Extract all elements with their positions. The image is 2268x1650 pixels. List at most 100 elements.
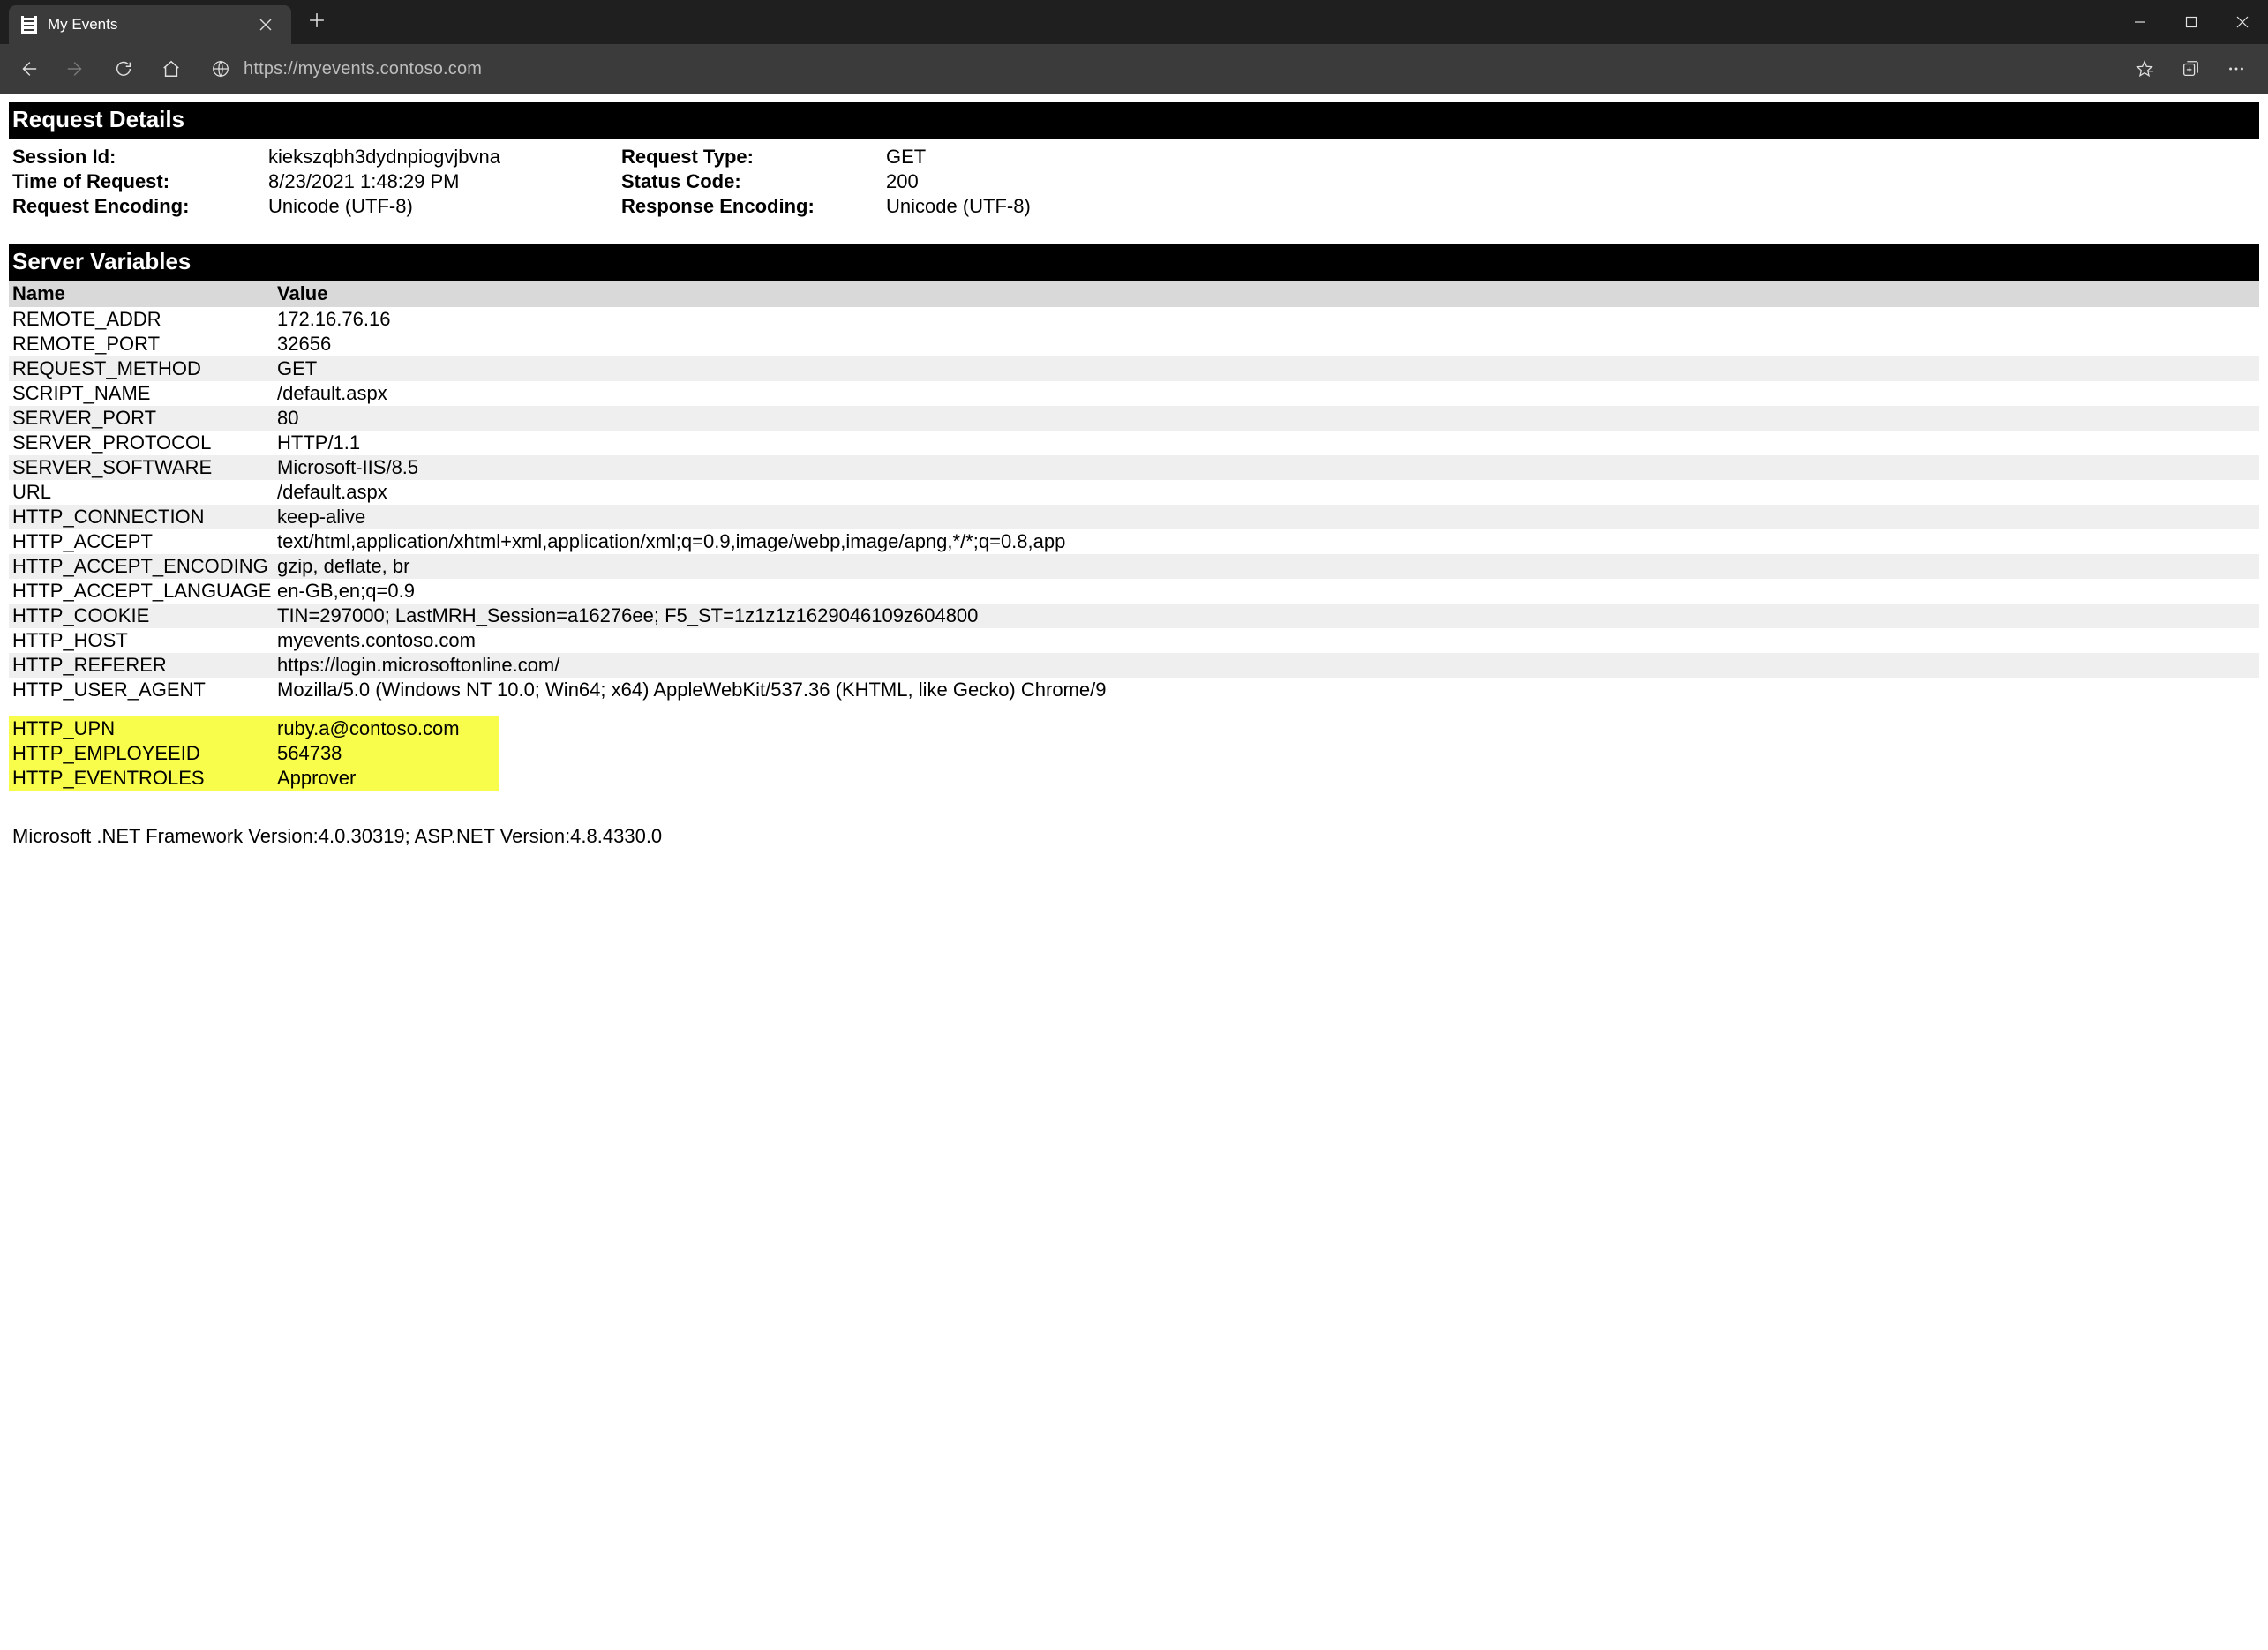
server-var-row: HTTP_REFERERhttps://login.microsoftonlin… (9, 653, 2259, 678)
maximize-button[interactable] (2166, 0, 2217, 44)
request-type-label: Request Type: (621, 146, 886, 169)
tab-title: My Events (48, 16, 117, 34)
close-tab-button[interactable] (256, 17, 275, 33)
server-var-row: HTTP_ACCEPTtext/html,application/xhtml+x… (9, 529, 2259, 554)
time-of-request-value: 8/23/2021 1:48:29 PM (268, 170, 621, 193)
server-var-name: SCRIPT_NAME (12, 382, 277, 405)
settings-menu-button[interactable] (2215, 48, 2257, 90)
server-var-value: myevents.contoso.com (277, 629, 2256, 652)
server-var-value: Mozilla/5.0 (Windows NT 10.0; Win64; x64… (277, 679, 2256, 701)
highlighted-var-row: HTTP_UPNruby.a@contoso.com (9, 716, 499, 741)
server-var-row: HTTP_USER_AGENTMozilla/5.0 (Windows NT 1… (9, 678, 2259, 702)
server-var-row: REMOTE_PORT32656 (9, 332, 2259, 356)
server-var-row: URL/default.aspx (9, 480, 2259, 505)
server-var-row: REMOTE_ADDR172.16.76.16 (9, 307, 2259, 332)
server-var-row: HTTP_CONNECTIONkeep-alive (9, 505, 2259, 529)
server-var-value: TIN=297000; LastMRH_Session=a16276ee; F5… (277, 604, 2256, 627)
server-var-name: REMOTE_PORT (12, 333, 277, 356)
server-var-name: HTTP_CONNECTION (12, 506, 277, 529)
server-var-value: ruby.a@contoso.com (277, 717, 495, 740)
server-var-name: HTTP_ACCEPT (12, 530, 277, 553)
session-id-label: Session Id: (12, 146, 268, 169)
server-var-name: HTTP_EMPLOYEEID (12, 742, 277, 765)
back-button[interactable] (7, 48, 49, 90)
new-tab-button[interactable] (304, 5, 330, 39)
favorites-button[interactable] (2123, 48, 2166, 90)
request-type-value: GET (886, 146, 2256, 169)
collections-button[interactable] (2169, 48, 2212, 90)
browser-tab[interactable]: My Events (9, 5, 291, 44)
highlighted-vars: HTTP_UPNruby.a@contoso.comHTTP_EMPLOYEEI… (9, 716, 2259, 791)
server-var-value: https://login.microsoftonline.com/ (277, 654, 2256, 677)
server-vars-header: Name Value (9, 281, 2259, 307)
server-var-name: URL (12, 481, 277, 504)
server-var-value: 32656 (277, 333, 2256, 356)
page-icon (21, 16, 37, 34)
server-var-name: SERVER_SOFTWARE (12, 456, 277, 479)
server-variables-heading: Server Variables (9, 244, 2259, 281)
server-var-row: HTTP_COOKIETIN=297000; LastMRH_Session=a… (9, 604, 2259, 628)
server-var-row: HTTP_ACCEPT_LANGUAGEen-GB,en;q=0.9 (9, 579, 2259, 604)
server-var-name: HTTP_COOKIE (12, 604, 277, 627)
request-encoding-value: Unicode (UTF-8) (268, 195, 621, 218)
server-var-name: HTTP_REFERER (12, 654, 277, 677)
request-details: Session Id: kiekszqbh3dydnpiogvjbvna Req… (9, 139, 2259, 244)
close-window-button[interactable] (2217, 0, 2268, 44)
highlighted-var-row: HTTP_EMPLOYEEID564738 (9, 741, 499, 766)
framework-footer: Microsoft .NET Framework Version:4.0.303… (9, 825, 2259, 848)
titlebar: My Events (0, 0, 2268, 44)
server-var-row: HTTP_HOSTmyevents.contoso.com (9, 628, 2259, 653)
request-encoding-label: Request Encoding: (12, 195, 268, 218)
forward-button[interactable] (55, 48, 97, 90)
server-var-value: GET (277, 357, 2256, 380)
server-var-name: SERVER_PORT (12, 407, 277, 430)
home-button[interactable] (150, 48, 192, 90)
server-var-name: REMOTE_ADDR (12, 308, 277, 331)
col-name: Name (12, 282, 277, 305)
browser-window: My Events (0, 0, 2268, 1650)
server-var-value: Microsoft-IIS/8.5 (277, 456, 2256, 479)
server-var-value: /default.aspx (277, 481, 2256, 504)
time-of-request-label: Time of Request: (12, 170, 268, 193)
col-value: Value (277, 282, 2256, 305)
highlighted-var-row: HTTP_EVENTROLESApprover (9, 766, 499, 791)
server-var-row: SERVER_PORT80 (9, 406, 2259, 431)
server-var-name: HTTP_ACCEPT_ENCODING (12, 555, 277, 578)
response-encoding-value: Unicode (UTF-8) (886, 195, 2256, 218)
trace-page: Request Details Session Id: kiekszqbh3dy… (0, 102, 2268, 848)
status-code-value: 200 (886, 170, 2256, 193)
server-var-row: SCRIPT_NAME/default.aspx (9, 381, 2259, 406)
toolbar: https://myevents.contoso.com (0, 44, 2268, 94)
server-var-name: HTTP_UPN (12, 717, 277, 740)
address-bar[interactable]: https://myevents.contoso.com (198, 51, 2118, 86)
server-var-value: en-GB,en;q=0.9 (277, 580, 2256, 603)
server-var-name: HTTP_HOST (12, 629, 277, 652)
site-identity-icon[interactable] (208, 56, 233, 81)
server-var-value: 172.16.76.16 (277, 308, 2256, 331)
server-var-row: SERVER_SOFTWAREMicrosoft-IIS/8.5 (9, 455, 2259, 480)
server-var-name: REQUEST_METHOD (12, 357, 277, 380)
page-viewport[interactable]: Request Details Session Id: kiekszqbh3dy… (0, 94, 2268, 1650)
server-var-row: SERVER_PROTOCOLHTTP/1.1 (9, 431, 2259, 455)
server-var-value: gzip, deflate, br (277, 555, 2256, 578)
refresh-button[interactable] (102, 48, 145, 90)
response-encoding-label: Response Encoding: (621, 195, 886, 218)
session-id-value: kiekszqbh3dydnpiogvjbvna (268, 146, 621, 169)
server-var-value: HTTP/1.1 (277, 431, 2256, 454)
status-code-label: Status Code: (621, 170, 886, 193)
server-var-name: SERVER_PROTOCOL (12, 431, 277, 454)
url-text: https://myevents.contoso.com (244, 59, 482, 79)
request-details-heading: Request Details (9, 102, 2259, 139)
minimize-button[interactable] (2114, 0, 2166, 44)
server-vars-body: REMOTE_ADDR172.16.76.16REMOTE_PORT32656R… (9, 307, 2259, 702)
server-var-value: 80 (277, 407, 2256, 430)
server-var-value: /default.aspx (277, 382, 2256, 405)
server-var-row: HTTP_ACCEPT_ENCODINGgzip, deflate, br (9, 554, 2259, 579)
window-controls (2114, 0, 2268, 44)
server-var-name: HTTP_EVENTROLES (12, 767, 277, 790)
server-var-name: HTTP_ACCEPT_LANGUAGE (12, 580, 277, 603)
server-var-name: HTTP_USER_AGENT (12, 679, 277, 701)
server-var-row: REQUEST_METHODGET (9, 356, 2259, 381)
server-var-value: keep-alive (277, 506, 2256, 529)
server-var-value: Approver (277, 767, 495, 790)
